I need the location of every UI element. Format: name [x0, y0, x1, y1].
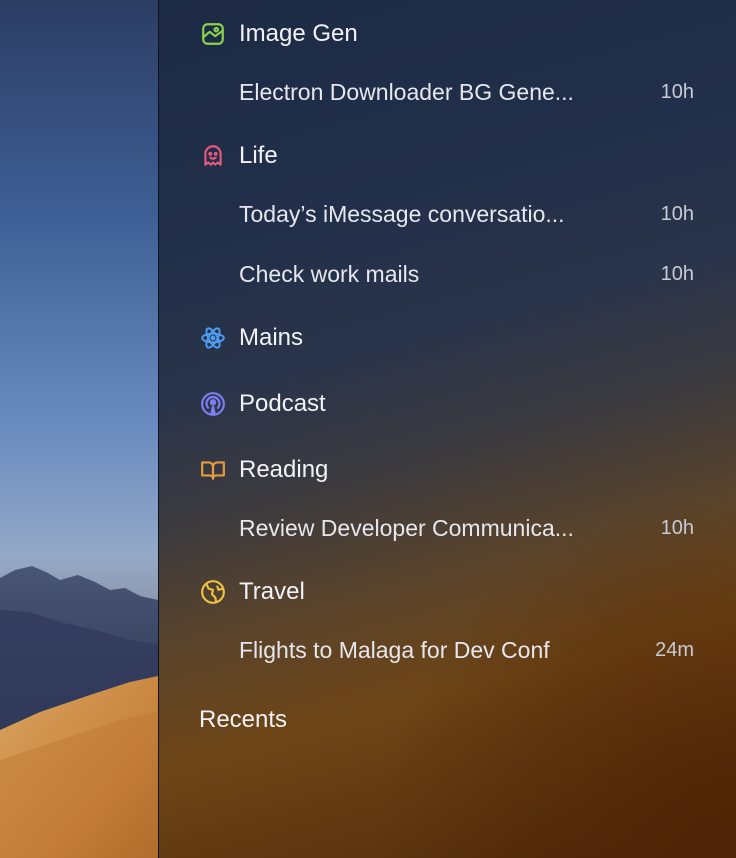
app-window: Image Gen Electron Downloader BG Gene...…	[0, 0, 736, 858]
list-item-imessage-conversation[interactable]: Today’s iMessage conversatio... 10h	[239, 196, 694, 232]
group-life[interactable]: Life	[199, 140, 278, 172]
group-label: Travel	[239, 578, 305, 605]
group-label: Image Gen	[239, 20, 358, 47]
group-podcast[interactable]: Podcast	[199, 388, 326, 420]
list-item-review-developer-communication[interactable]: Review Developer Communica... 10h	[239, 510, 694, 546]
item-timestamp: 24m	[655, 638, 694, 661]
item-title: Flights to Malaga for Dev Conf	[239, 636, 550, 663]
list-item-check-work-mails[interactable]: Check work mails 10h	[239, 256, 694, 292]
group-label: Podcast	[239, 390, 326, 417]
item-timestamp: 10h	[660, 516, 694, 539]
item-title: Review Developer Communica...	[239, 514, 574, 541]
book-icon	[199, 456, 227, 484]
list-item-electron-downloader[interactable]: Electron Downloader BG Gene... 10h	[239, 74, 694, 110]
image-gen-icon	[199, 20, 227, 48]
podcast-icon	[199, 390, 227, 418]
group-image-gen[interactable]: Image Gen	[199, 18, 358, 50]
sidebar-panel: Image Gen Electron Downloader BG Gene...…	[158, 0, 736, 858]
group-label: Reading	[239, 456, 329, 483]
atom-icon	[199, 324, 227, 352]
item-title: Check work mails	[239, 260, 420, 287]
group-mains[interactable]: Mains	[199, 322, 303, 354]
ghost-icon	[199, 142, 227, 170]
list-item-flights-to-malaga[interactable]: Flights to Malaga for Dev Conf 24m	[239, 632, 694, 668]
globe-icon	[199, 578, 227, 606]
item-timestamp: 10h	[660, 262, 694, 285]
group-label: Life	[239, 142, 278, 169]
desktop-wallpaper	[0, 0, 158, 858]
group-reading[interactable]: Reading	[199, 454, 328, 486]
group-label: Mains	[239, 324, 304, 351]
group-travel[interactable]: Travel	[199, 576, 305, 608]
recents-section-header[interactable]: Recents	[199, 706, 287, 734]
item-title: Today’s iMessage conversatio...	[239, 200, 565, 227]
item-title: Electron Downloader BG Gene...	[239, 78, 574, 105]
item-timestamp: 10h	[660, 202, 694, 225]
item-timestamp: 10h	[660, 80, 694, 103]
mountain-dune-graphic	[0, 566, 158, 858]
